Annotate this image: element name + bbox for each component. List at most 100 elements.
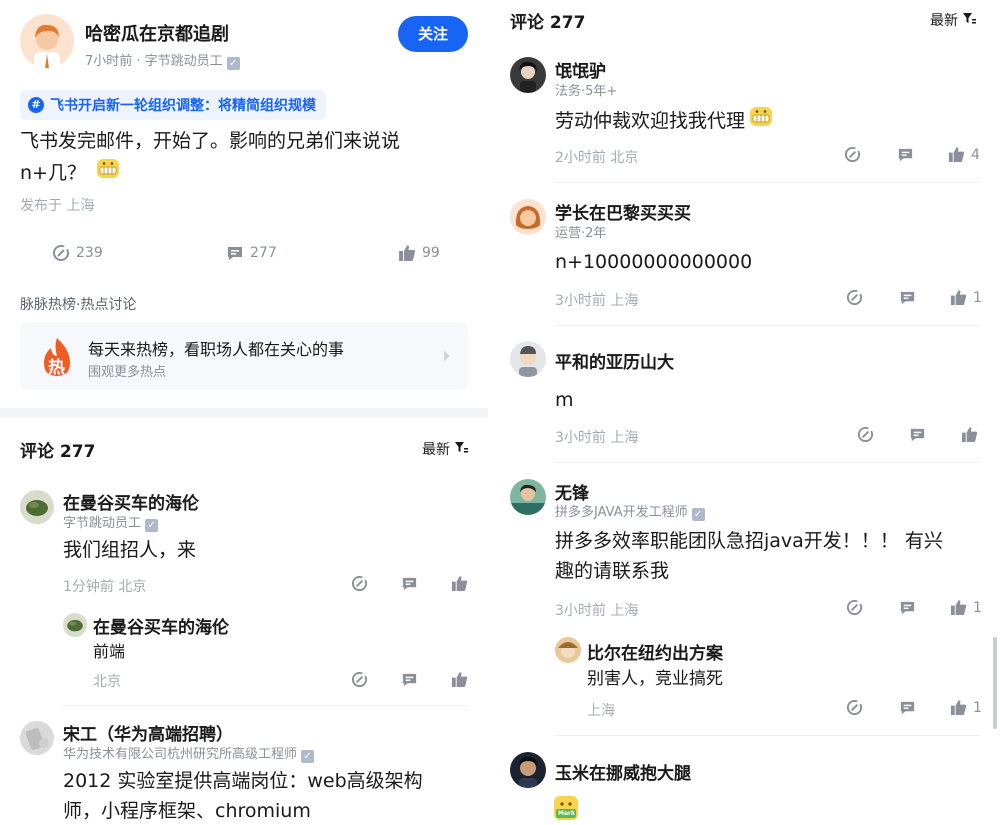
comment-like-count: 4: [971, 146, 980, 163]
sort-label: 最新: [930, 13, 958, 29]
comment-author-role-text: 拼多多JAVA开发工程师: [555, 505, 688, 520]
hot-subtitle: 围观更多热点: [88, 365, 167, 380]
comment-text: 我们组招人，来: [63, 539, 197, 561]
comment-reply-button[interactable]: [899, 599, 916, 616]
commenter-avatar[interactable]: [20, 490, 54, 524]
repost-icon: [846, 289, 863, 306]
comment-repost-button[interactable]: [857, 426, 874, 443]
follow-button[interactable]: 关注: [398, 16, 468, 52]
sort-button[interactable]: 最新: [930, 10, 976, 30]
hot-badge-icon: 热: [38, 336, 76, 378]
reply-avatar[interactable]: [555, 637, 581, 663]
comment-divider: [63, 705, 468, 706]
post-comment-button[interactable]: 277: [226, 244, 277, 262]
comment-repost-button[interactable]: [846, 599, 863, 616]
comment-like-count: 1: [973, 289, 982, 306]
commenter-avatar[interactable]: [510, 341, 546, 377]
comment-like-button[interactable]: [451, 575, 468, 592]
commenter-avatar[interactable]: [510, 752, 546, 788]
comment-author[interactable]: 氓氓驴: [555, 57, 606, 82]
verified-icon: ✓: [226, 57, 240, 70]
comment-time: 1分钟前 北京: [63, 579, 147, 595]
reply-avatar[interactable]: [63, 613, 87, 637]
hashtag-icon: #: [28, 97, 44, 113]
reply-reply-button[interactable]: [899, 699, 916, 716]
repost-icon: [846, 599, 863, 616]
comment-reply-button[interactable]: [909, 426, 926, 443]
comment-reply-button[interactable]: [899, 289, 916, 306]
comments-title: 评论 277: [510, 13, 586, 33]
hot-section-title: 脉脉热榜·热点讨论: [20, 297, 137, 313]
comment-author-role-text: 华为技术有限公司杭州研究所高级工程师: [63, 747, 298, 762]
comment-reply-button[interactable]: [897, 146, 914, 163]
comment-author[interactable]: 平和的亚历山大: [555, 348, 674, 373]
comment-repost-button[interactable]: [844, 146, 861, 163]
reply-reply-button[interactable]: [401, 671, 418, 688]
post-like-button[interactable]: 99: [398, 244, 440, 262]
comment-author[interactable]: 学长在巴黎买买买: [555, 199, 691, 224]
left-screenshot: 哈密瓜在京都追剧 7小时前 · 字节跳动员工 ✓ 关注 # 飞书开启新一轮组织调整…: [0, 0, 488, 825]
author-name[interactable]: 哈密瓜在京都追剧: [85, 20, 229, 46]
comment-like-button[interactable]: 4: [948, 146, 980, 163]
comment-author-role: 华为技术有限公司杭州研究所高级工程师 ✓: [63, 743, 315, 763]
repost-icon: [857, 426, 874, 443]
comment-text: 2012 实验室提供高端岗位：web高级架构 师，小程序框架、chromium: [63, 766, 483, 825]
comment-like-count: 1: [973, 599, 982, 616]
comment-icon: [401, 671, 418, 688]
comment-divider: [555, 182, 980, 183]
post-repost-button[interactable]: 239: [52, 244, 103, 262]
comment-author-role: 运营·2年: [555, 226, 607, 241]
sort-label: 最新: [422, 442, 450, 458]
comment-divider: [555, 462, 980, 463]
reply-time: 北京: [93, 674, 121, 690]
comment-time: 3小时前 上海: [555, 293, 639, 309]
comment-author[interactable]: 在曼谷买车的海伦: [63, 489, 199, 514]
author-avatar[interactable]: [20, 14, 74, 68]
comment-repost-button[interactable]: [351, 575, 368, 592]
reply-like-count: 1: [973, 699, 982, 716]
comment-author[interactable]: 玉米在挪威抱大腿: [555, 759, 691, 784]
comment-icon: [899, 289, 916, 306]
hot-list-card[interactable]: 热 每天来热榜，看职场人都在关心的事 围观更多热点: [20, 322, 468, 390]
verified-icon: ✓: [145, 519, 159, 532]
commenter-avatar[interactable]: [510, 199, 546, 235]
comment-reply-button[interactable]: [401, 575, 418, 592]
right-screenshot: 评论 277 最新 氓氓驴 法务·5年+ 劳动仲裁欢迎找我代理 2小时前 北京 …: [500, 0, 1000, 825]
repost-icon: [846, 699, 863, 716]
comment-icon: [899, 599, 916, 616]
comment-like-button[interactable]: [961, 426, 978, 443]
comment-author-role-text: 字节跳动员工: [63, 516, 142, 531]
post-text-line-2-wrap: n+几？: [20, 156, 470, 189]
reply-author[interactable]: 比尔在纽约出方案: [587, 639, 723, 664]
sort-button[interactable]: 最新: [422, 439, 468, 459]
topic-chip[interactable]: # 飞书开启新一轮组织调整：将精简组织规模: [20, 90, 326, 120]
comment-author[interactable]: 宋工（华为高端招聘）: [63, 720, 233, 745]
hot-title: 每天来热榜，看职场人都在关心的事: [88, 340, 345, 359]
comment-time: 3小时前 上海: [555, 430, 639, 446]
pane-gutter: [488, 0, 500, 825]
comment-author-role: 法务·5年+: [555, 84, 618, 99]
comment-text-line-1: 2012 实验室提供高端岗位：web高级架构: [63, 770, 423, 792]
comment-like-button[interactable]: 1: [950, 599, 982, 616]
comment-text-line-2: 师，小程序框架、chromium: [63, 800, 311, 822]
comment-like-button[interactable]: 1: [950, 289, 982, 306]
reply-like-button[interactable]: 1: [950, 699, 982, 716]
reply-author[interactable]: 在曼谷买车的海伦: [93, 613, 229, 638]
comment-repost-button[interactable]: [846, 289, 863, 306]
post-text-line-1: 飞书发完邮件，开始了。影响的兄弟们来说说: [20, 130, 401, 152]
post-comment-count: 277: [250, 245, 277, 261]
reply-repost-button[interactable]: [351, 671, 368, 688]
like-icon: [950, 289, 967, 306]
comment-text-wrap: 劳动仲裁欢迎找我代理: [555, 104, 773, 137]
like-icon: [398, 244, 416, 262]
post-repost-count: 239: [76, 245, 103, 261]
like-icon: [948, 146, 965, 163]
reply-like-button[interactable]: [451, 671, 468, 688]
commenter-avatar[interactable]: [510, 479, 546, 515]
scrollbar-thumb[interactable]: [993, 637, 997, 729]
commenter-avatar[interactable]: [510, 57, 546, 93]
comment-time: 2小时前 北京: [555, 150, 639, 166]
reply-repost-button[interactable]: [846, 699, 863, 716]
commenter-avatar[interactable]: [20, 721, 54, 755]
hot-badge-text: 热: [48, 358, 65, 378]
